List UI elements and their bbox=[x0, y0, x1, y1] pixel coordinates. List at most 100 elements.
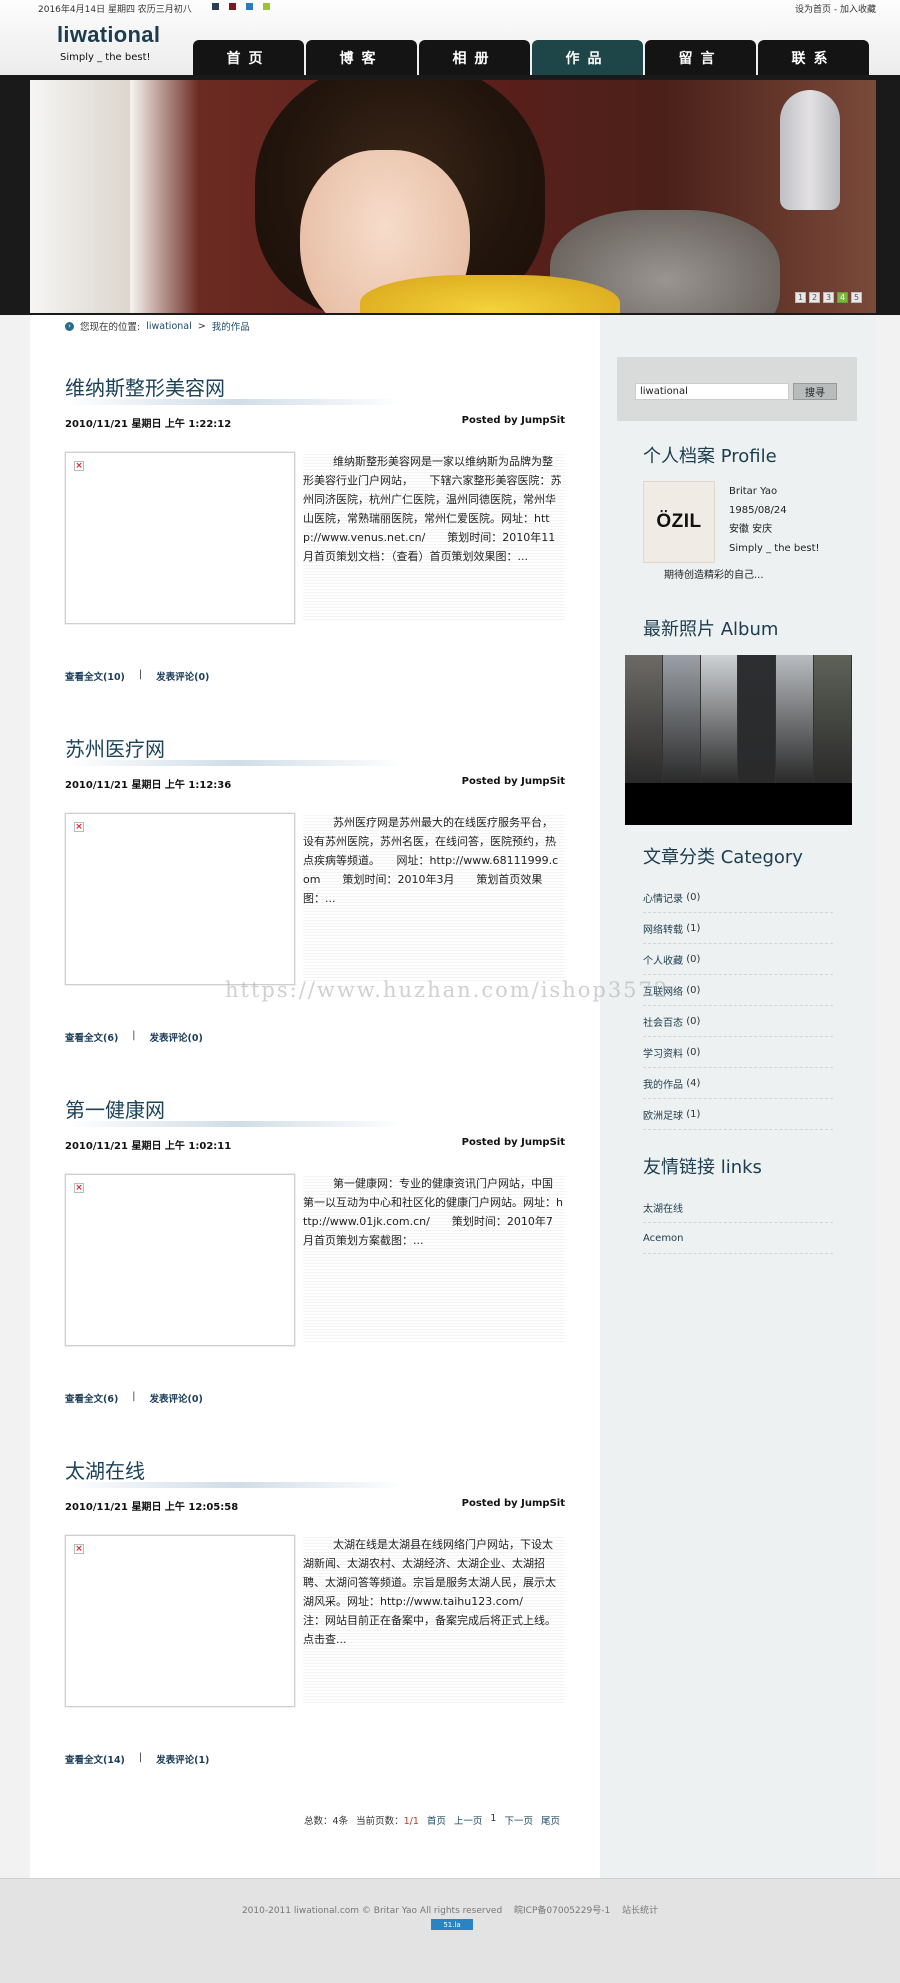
friend-link-label[interactable]: 太湖在线 bbox=[643, 1200, 683, 1215]
post-links: 查看全文(14) | 发表评论(1) bbox=[65, 1752, 565, 1766]
search-panel: 搜寻 bbox=[617, 357, 857, 421]
pager-last[interactable]: 尾页 bbox=[541, 1813, 560, 1827]
theme-swatch[interactable] bbox=[212, 3, 219, 10]
banner-slider[interactable]: 1 2 3 4 5 bbox=[30, 80, 876, 313]
album-photo[interactable] bbox=[625, 655, 663, 783]
slider-page[interactable]: 3 bbox=[823, 292, 834, 303]
category-item[interactable]: 学习资料 (0) bbox=[643, 1037, 833, 1068]
post-title[interactable]: 太湖在线 bbox=[65, 1459, 145, 1489]
post-meta: 2010/11/21 星期日 上午 1:22:12 Posted by Jump… bbox=[65, 415, 565, 430]
nav-item-album[interactable]: 相册 bbox=[419, 40, 530, 75]
read-more-link[interactable]: 查看全文(6) bbox=[65, 1391, 118, 1405]
post-date: 2010/11/21 星期日 上午 1:22:12 bbox=[65, 419, 232, 430]
slider-page[interactable]: 5 bbox=[851, 292, 862, 303]
theme-swatch[interactable] bbox=[263, 3, 270, 10]
album-photo[interactable] bbox=[662, 655, 701, 783]
category-name[interactable]: 欧洲足球 bbox=[643, 1107, 683, 1122]
post-thumbnail[interactable]: × bbox=[65, 1535, 295, 1707]
nav-item-contact[interactable]: 联系 bbox=[758, 40, 869, 75]
category-item[interactable]: 个人收藏 (0) bbox=[643, 944, 833, 975]
category-item[interactable]: 网络转载 (1) bbox=[643, 913, 833, 944]
pager-next[interactable]: 下一页 bbox=[504, 1813, 533, 1827]
album-photo[interactable] bbox=[814, 655, 852, 783]
links-heading: 友情链接 links bbox=[643, 1157, 762, 1178]
category-count: (0) bbox=[686, 891, 701, 903]
nav-item-blog[interactable]: 博客 bbox=[306, 40, 417, 75]
friend-link-label[interactable]: Acemon bbox=[643, 1233, 684, 1244]
footer-copyright: 2010-2011 liwational.com © Britar Yao Al… bbox=[241, 1906, 659, 1916]
read-more-link[interactable]: 查看全文(14) bbox=[65, 1752, 125, 1766]
avatar[interactable]: ÖZIL bbox=[643, 481, 715, 563]
category-item[interactable]: 心情记录 (0) bbox=[643, 882, 833, 913]
category-name[interactable]: 网络转载 bbox=[643, 921, 683, 936]
category-name[interactable]: 社会百态 bbox=[643, 1014, 683, 1029]
profile-birthday: 1985/08/24 bbox=[729, 505, 787, 516]
top-links[interactable]: 设为首页 - 加入收藏 bbox=[795, 2, 876, 15]
slider-page[interactable]: 1 bbox=[795, 292, 806, 303]
broken-image-icon: × bbox=[74, 1544, 84, 1554]
post-date: 2010/11/21 星期日 上午 1:12:36 bbox=[65, 780, 232, 791]
slider-page[interactable]: 4 bbox=[837, 292, 848, 303]
link-separator: | bbox=[138, 1752, 143, 1763]
post-excerpt: 第一健康网：专业的健康资讯门户网站，中国第一以互动为中心和社区化的健康门户网站。… bbox=[303, 1174, 565, 1344]
stats-badge[interactable]: 51.la bbox=[431, 1919, 473, 1930]
comment-link[interactable]: 发表评论(0) bbox=[150, 1391, 203, 1405]
friend-links-list: 太湖在线 Acemon bbox=[643, 1192, 833, 1254]
friend-link[interactable]: Acemon bbox=[643, 1223, 833, 1254]
post-thumbnail[interactable]: × bbox=[65, 1174, 295, 1346]
profile-name: Britar Yao bbox=[729, 486, 778, 497]
category-item[interactable]: 互联网络 (0) bbox=[643, 975, 833, 1006]
post-author: Posted by JumpSit bbox=[461, 1137, 565, 1148]
album-photo[interactable] bbox=[776, 655, 815, 783]
category-name[interactable]: 心情记录 bbox=[643, 890, 683, 905]
post-author: Posted by JumpSit bbox=[461, 1498, 565, 1509]
banner-window bbox=[30, 80, 130, 313]
comment-link[interactable]: 发表评论(1) bbox=[156, 1752, 209, 1766]
category-item[interactable]: 我的作品 (4) bbox=[643, 1068, 833, 1099]
read-more-link[interactable]: 查看全文(10) bbox=[65, 669, 125, 683]
theme-swatch[interactable] bbox=[246, 3, 253, 10]
slider-page[interactable]: 2 bbox=[809, 292, 820, 303]
link-separator: | bbox=[132, 1391, 136, 1402]
album-photo[interactable] bbox=[738, 655, 777, 783]
post-links: 查看全文(6) | 发表评论(0) bbox=[65, 1030, 565, 1044]
nav-item-guestbook[interactable]: 留言 bbox=[645, 40, 756, 75]
pager-prev[interactable]: 上一页 bbox=[454, 1813, 483, 1827]
top-bar: 2016年4月14日 星期四 农历三月初八 设为首页 - 加入收藏 liwati… bbox=[0, 0, 900, 75]
breadcrumb-home[interactable]: liwational bbox=[146, 321, 192, 332]
post-title[interactable]: 苏州医疗网 bbox=[65, 737, 165, 767]
nav-item-works[interactable]: 作品 bbox=[532, 40, 643, 75]
category-item[interactable]: 欧洲足球 (1) bbox=[643, 1099, 833, 1130]
post-links: 查看全文(10) | 发表评论(0) bbox=[65, 669, 565, 683]
search-input[interactable] bbox=[635, 383, 789, 400]
album-gallery bbox=[625, 655, 852, 825]
category-item[interactable]: 社会百态 (0) bbox=[643, 1006, 833, 1037]
category-name[interactable]: 个人收藏 bbox=[643, 952, 683, 967]
post-thumbnail[interactable]: × bbox=[65, 452, 295, 624]
category-name[interactable]: 我的作品 bbox=[643, 1076, 683, 1091]
pager-first[interactable]: 首页 bbox=[427, 1813, 446, 1827]
post-title[interactable]: 维纳斯整形美容网 bbox=[65, 376, 225, 406]
broken-image-icon: × bbox=[74, 1183, 84, 1193]
pager-pages: 当前页数：1/1 bbox=[356, 1813, 419, 1827]
site-logo[interactable]: liwational bbox=[57, 22, 160, 48]
nav-item-home[interactable]: 首页 bbox=[193, 40, 304, 75]
homepage-favorite-links[interactable]: 设为首页 - 加入收藏 bbox=[795, 5, 876, 15]
album-photo[interactable] bbox=[700, 655, 739, 783]
post-title[interactable]: 第一健康网 bbox=[65, 1098, 165, 1128]
link-separator: | bbox=[132, 1030, 136, 1041]
comment-link[interactable]: 发表评论(0) bbox=[156, 669, 209, 683]
theme-swatch[interactable] bbox=[229, 3, 236, 10]
profile-motto: 期待创造精彩的自己... bbox=[664, 570, 764, 581]
category-name[interactable]: 学习资料 bbox=[643, 1045, 683, 1060]
comment-link[interactable]: 发表评论(0) bbox=[150, 1030, 203, 1044]
breadcrumb-current[interactable]: 我的作品 bbox=[212, 319, 250, 333]
sidebar: 搜寻 个人档案 Profile ÖZIL Britar Yao 1985/08/… bbox=[600, 315, 876, 1878]
read-more-link[interactable]: 查看全文(6) bbox=[65, 1030, 118, 1044]
search-button[interactable]: 搜寻 bbox=[793, 383, 837, 400]
breadcrumb: › 您现在的位置: liwational > 我的作品 bbox=[65, 319, 250, 333]
friend-link[interactable]: 太湖在线 bbox=[643, 1192, 833, 1223]
post-thumbnail[interactable]: × bbox=[65, 813, 295, 985]
post-author: Posted by JumpSit bbox=[461, 415, 565, 426]
category-list: 心情记录 (0) 网络转载 (1) 个人收藏 (0) 互联网络 (0) 社会百态… bbox=[643, 882, 833, 1130]
